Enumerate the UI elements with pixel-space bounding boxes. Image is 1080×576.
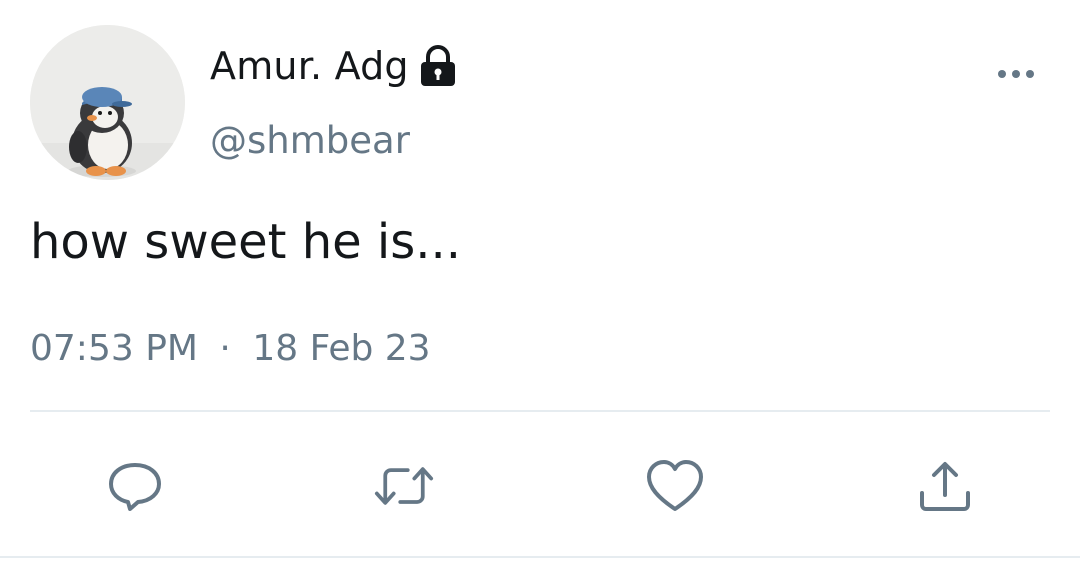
tweet-meta: 07:53 PM · 18 Feb 23	[30, 324, 431, 374]
penguin-plush-avatar-icon	[30, 25, 185, 180]
tweet-time[interactable]: 07:53 PM	[30, 328, 198, 369]
divider	[30, 410, 1050, 412]
like-icon	[647, 460, 703, 511]
more-icon[interactable]	[996, 62, 1036, 86]
display-name-row: Amur. Adg	[210, 42, 459, 90]
user-handle[interactable]: @shmbear	[210, 117, 410, 165]
tweet-date[interactable]: 18 Feb 23	[252, 328, 430, 369]
avatar[interactable]	[30, 25, 185, 180]
tweet-text: how sweet he is...	[30, 214, 462, 270]
retweet-button[interactable]	[374, 456, 434, 516]
lock-icon	[417, 44, 459, 88]
like-button[interactable]	[645, 456, 705, 516]
meta-separator: ·	[219, 328, 231, 369]
share-button[interactable]	[915, 456, 975, 516]
reply-button[interactable]	[105, 456, 165, 516]
retweet-icon	[374, 467, 434, 505]
bottom-divider	[0, 556, 1080, 558]
tweet-card: Amur. Adg @shmbear how sweet he is... 07…	[0, 0, 1080, 576]
reply-icon	[109, 463, 161, 511]
display-name[interactable]: Amur. Adg	[210, 42, 409, 90]
share-icon	[920, 462, 970, 511]
